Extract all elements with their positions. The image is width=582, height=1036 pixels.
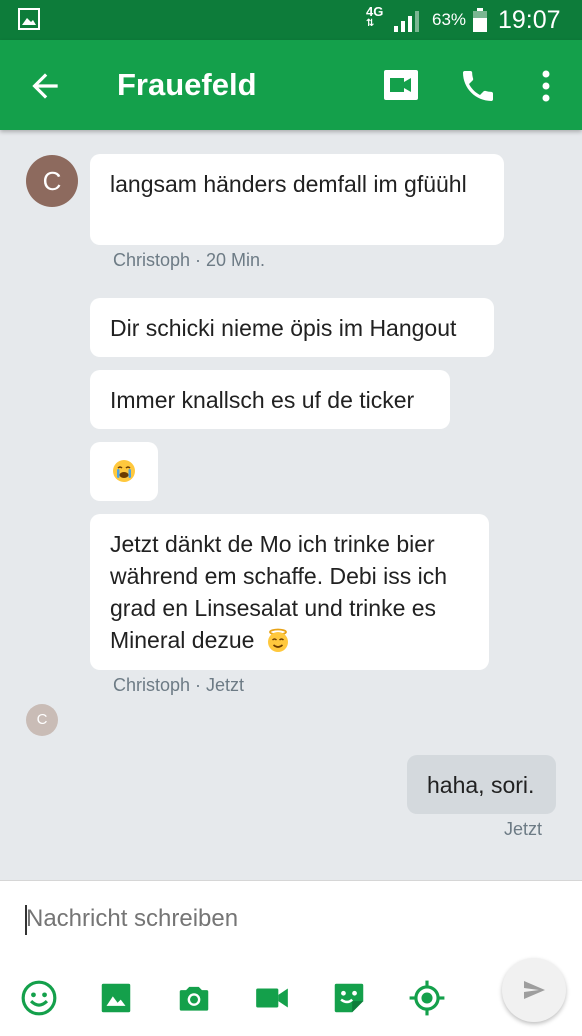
message-text: langsam händers demfall im gfüühl [110, 171, 467, 197]
more-vert-icon[interactable] [530, 66, 562, 106]
message-bubble[interactable] [90, 442, 158, 501]
message-meta: Christoph · Jetzt [113, 675, 245, 695]
message-bubble[interactable]: langsam händers demfall im gfüühl [90, 154, 504, 245]
message-text-line: grad en Linsesalat und trinke es [110, 595, 437, 621]
message-text-line: Jetzt dänkt de Mo ich trinke bier [110, 531, 435, 557]
network-type: 4G ⇅ [366, 4, 384, 29]
sad-crying-face-emoji [113, 460, 135, 482]
message-text: Dir schicki nieme öpis im Hangout [110, 315, 457, 341]
conversation-title: Frauefeld [117, 67, 257, 102]
clock: 19:07 [498, 6, 561, 34]
message-text-line: Mineral dezue [110, 627, 255, 653]
text-cursor [25, 905, 27, 935]
compose-bar [0, 880, 582, 1036]
emoji-icon[interactable] [20, 979, 58, 1017]
message-bubble[interactable]: Jetzt dänkt de Mo ich trinke bier währen… [90, 514, 489, 670]
app-bar: Frauefeld [0, 40, 582, 130]
message-text: haha, sori. [427, 772, 535, 798]
phone-icon[interactable] [458, 66, 498, 106]
gallery-notification-icon [18, 8, 40, 30]
sticker-icon[interactable] [330, 979, 368, 1017]
message-input[interactable] [24, 899, 486, 939]
smiling-face-with-halo-emoji [267, 628, 288, 652]
message-meta: Christoph · 20 Min. [113, 250, 266, 270]
gallery-icon[interactable] [97, 979, 135, 1017]
battery-percent: 63% [432, 10, 467, 29]
location-icon[interactable] [408, 979, 446, 1017]
send-icon [524, 981, 545, 999]
message-text: Immer knallsch es uf de ticker [110, 387, 415, 413]
videocam-icon[interactable] [380, 66, 422, 104]
message-bubble[interactable]: Immer knallsch es uf de ticker [90, 370, 450, 429]
send-button[interactable] [502, 958, 566, 1022]
status-bar: 4G ⇅ 63% 19:07 [0, 0, 582, 40]
message-text-line: während em schaffe. Debi iss ich [110, 563, 448, 589]
message-bubble[interactable]: Dir schicki nieme öpis im Hangout [90, 298, 494, 357]
video-icon[interactable] [253, 979, 291, 1017]
outgoing-message-bubble[interactable]: haha, sori. [407, 755, 556, 814]
signal-icon [394, 11, 419, 32]
battery-icon [473, 8, 487, 32]
read-receipt-avatar: C [26, 704, 58, 736]
avatar[interactable]: C [26, 155, 78, 207]
outgoing-message-meta: Jetzt [504, 819, 543, 839]
arrow-back-icon[interactable] [26, 67, 64, 105]
camera-icon[interactable] [175, 979, 213, 1017]
